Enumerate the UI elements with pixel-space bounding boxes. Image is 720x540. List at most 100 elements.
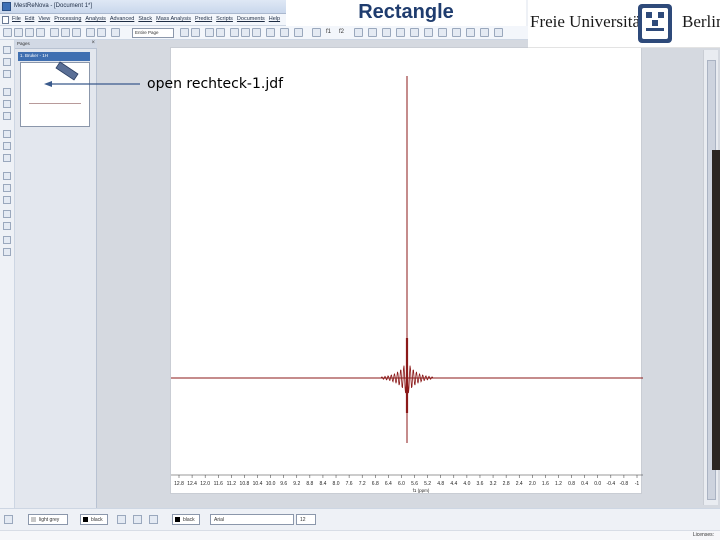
line-tool-button[interactable]	[230, 28, 239, 37]
left-tool-15[interactable]	[3, 236, 11, 244]
peak-pick-button[interactable]	[396, 28, 405, 37]
x-tick-label: 1.6	[542, 481, 549, 487]
menu-predict[interactable]: Predict	[195, 16, 212, 22]
status-bar: Licenses:	[0, 530, 720, 540]
stack-button[interactable]	[480, 28, 489, 37]
x-tick-label: 11.2	[227, 481, 237, 487]
left-tool-1[interactable]	[3, 46, 11, 54]
menu-mass-analysis[interactable]: Mass Analysis	[156, 16, 191, 22]
x-tick-label: 12.0	[200, 481, 210, 487]
x-tick-label: 8.8	[306, 481, 313, 487]
page-next-button[interactable]	[191, 28, 200, 37]
italic-button[interactable]	[133, 515, 142, 524]
open-button[interactable]	[14, 28, 23, 37]
x-tick-label: 9.6	[280, 481, 287, 487]
x-tick-label: 9.2	[293, 481, 300, 487]
zoom-tool-button[interactable]	[312, 28, 321, 37]
app-icon	[2, 2, 11, 11]
zoom-in-label[interactable]: f1	[326, 29, 331, 35]
slide-title: Rectangle	[286, 0, 526, 26]
font-family-combo[interactable]: Arial	[210, 514, 294, 525]
multiplet-button[interactable]	[424, 28, 433, 37]
page-thumbnail-label[interactable]: 1. Bruker - 1H	[18, 52, 90, 61]
close-icon[interactable]: ×	[91, 40, 95, 46]
left-tool-16[interactable]	[3, 248, 11, 256]
spectrum-page[interactable]: 12.8 12.4 12.0 11.6 11.2 10.8 10.4 10.0 9.6 9.2 8.…	[170, 47, 643, 494]
x-tick-label: 6.8	[372, 481, 379, 487]
expand-button[interactable]	[354, 28, 363, 37]
pages-title: Pages	[17, 41, 30, 46]
fill-color-combo[interactable]: black	[80, 514, 108, 525]
left-tool-14[interactable]	[3, 222, 11, 230]
menu-scripts[interactable]: Scripts	[216, 16, 233, 22]
nmr-spectrum-plot: 12.8 12.4 12.0 11.6 11.2 10.8 10.4 10.0 9.6 9.2 8.…	[171, 76, 643, 493]
menu-processing[interactable]: Processing	[54, 16, 81, 22]
underline-button[interactable]	[149, 515, 158, 524]
copy-button[interactable]	[61, 28, 70, 37]
x-tick-label: 0.4	[581, 481, 588, 487]
layout-button[interactable]	[466, 28, 475, 37]
save-button[interactable]	[25, 28, 34, 37]
x-tick-label: 5.6	[411, 481, 418, 487]
menu-analysis[interactable]: Analysis	[85, 16, 105, 22]
reference-button[interactable]	[438, 28, 447, 37]
x-tick-label: 10.8	[240, 481, 250, 487]
menu-stack[interactable]: Stack	[138, 16, 152, 22]
x-tick-label: 0.0	[594, 481, 601, 487]
text-button[interactable]	[216, 28, 225, 37]
x-tick-label: 1.2	[555, 481, 562, 487]
left-tool-12[interactable]	[3, 196, 11, 204]
left-tool-2[interactable]	[3, 58, 11, 66]
baseline-button[interactable]	[382, 28, 391, 37]
window-edge-shadow	[712, 150, 720, 470]
menu-documents[interactable]: Documents	[237, 16, 265, 22]
menu-file[interactable]: File	[12, 16, 21, 22]
integrate-button[interactable]	[410, 28, 419, 37]
text-color-combo[interactable]: black	[172, 514, 200, 525]
zoom-fit-button[interactable]	[111, 28, 120, 37]
x-tick-label: 10.0	[266, 481, 276, 487]
line-color-combo[interactable]: light grey	[28, 514, 68, 525]
page-prev-button[interactable]	[180, 28, 189, 37]
menu-view[interactable]: View	[38, 16, 50, 22]
overflow-button[interactable]	[494, 28, 503, 37]
pan-tool-button[interactable]	[280, 28, 289, 37]
left-tool-7[interactable]	[3, 130, 11, 138]
cut-button[interactable]	[50, 28, 59, 37]
left-tool-4[interactable]	[3, 88, 11, 96]
undo-button[interactable]	[86, 28, 95, 37]
left-toolbar	[0, 40, 15, 508]
main-toolbar: Entire Page f1 f2	[0, 26, 528, 40]
paste-button[interactable]	[72, 28, 81, 37]
left-tool-13[interactable]	[3, 210, 11, 218]
select-tool-button[interactable]	[266, 28, 275, 37]
arrow-tool-button[interactable]	[241, 28, 250, 37]
menu-help[interactable]: Help	[269, 16, 280, 22]
redo-button[interactable]	[97, 28, 106, 37]
left-tool-10[interactable]	[3, 172, 11, 180]
left-tool-3[interactable]	[3, 70, 11, 78]
phase-button[interactable]	[368, 28, 377, 37]
x-tick-label: 4.0	[463, 481, 470, 487]
left-tool-9[interactable]	[3, 154, 11, 162]
left-tool-8[interactable]	[3, 142, 11, 150]
left-tool-5[interactable]	[3, 100, 11, 108]
x-tick-label: 2.4	[516, 481, 523, 487]
new-document-button[interactable]	[3, 28, 12, 37]
format-painter-button[interactable]	[4, 515, 13, 524]
zoom-out-label[interactable]: f2	[339, 29, 344, 35]
font-size-combo[interactable]: 12	[296, 514, 316, 525]
grid-button[interactable]	[205, 28, 214, 37]
left-tool-11[interactable]	[3, 184, 11, 192]
x-tick-label: -0.4	[607, 481, 616, 487]
menu-edit[interactable]: Edit	[25, 16, 34, 22]
rect-tool-button[interactable]	[252, 28, 261, 37]
properties-button[interactable]	[452, 28, 461, 37]
page-mode-combo[interactable]: Entire Page	[132, 28, 174, 38]
x-tick-label: 11.6	[214, 481, 224, 487]
bold-button[interactable]	[117, 515, 126, 524]
left-tool-6[interactable]	[3, 112, 11, 120]
hand-tool-button[interactable]	[294, 28, 303, 37]
print-button[interactable]	[36, 28, 45, 37]
menu-advanced[interactable]: Advanced	[110, 16, 134, 22]
